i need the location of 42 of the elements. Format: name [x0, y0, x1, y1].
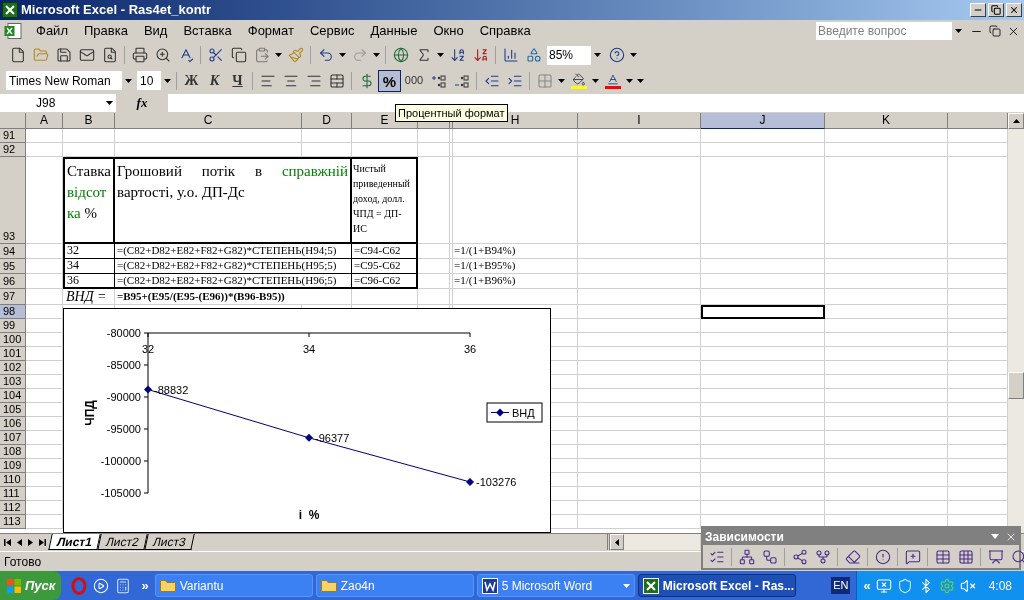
- table-cell: =C95-C62: [352, 259, 418, 274]
- legend-label: ВНД: [512, 407, 535, 419]
- table-cell: =1/(1+B96%): [453, 274, 578, 289]
- data-label: -88832: [154, 383, 189, 396]
- x-tick-label: 34: [302, 343, 316, 355]
- y-tick-label: -95000: [106, 423, 141, 435]
- x-tick-label: 32: [141, 343, 155, 355]
- status-text: Готово: [4, 553, 42, 571]
- name-box-value: J98: [36, 95, 56, 112]
- help-search-placeholder: Введите вопрос: [818, 23, 907, 40]
- data-label: -103276: [476, 475, 517, 488]
- x-axis-title: i %: [298, 508, 320, 522]
- table-header-cell: Грошовий потік в справжній вартості, у.о. ДП-Дс: [115, 157, 352, 244]
- tooltip: Процентный формат: [395, 104, 508, 122]
- data-label: -96377: [315, 431, 350, 444]
- table-cell: 34: [63, 259, 115, 274]
- y-tick-label: -105000: [100, 487, 141, 499]
- table-cell: =1/(1+B95%): [453, 259, 578, 274]
- table-cell: =(C82+D82+E82+F82+G82)*СТЕПЕНЬ(H94;5): [115, 244, 352, 259]
- y-tick-label: -85000: [106, 359, 141, 371]
- table-cell: 36: [63, 274, 115, 289]
- y-tick-label: -80000: [106, 327, 141, 339]
- zoom-value: 85%: [549, 47, 574, 64]
- y-axis-title: ЧПД: [83, 400, 97, 426]
- table-header-cell: Чистый приведенный доход, долл. ЧПД = ДП-ИС: [352, 157, 418, 244]
- clock: 4:08: [988, 577, 1012, 595]
- table-cell: =1/(1+B94%): [453, 244, 578, 259]
- table-cell: ВНД =: [63, 289, 115, 305]
- table-cell: =B95+(E95/(E95-(E96))*(B96-B95)): [115, 289, 352, 305]
- table-cell: =(C82+D82+E82+F82+G82)*СТЕПЕНЬ(H95;5): [115, 259, 352, 274]
- font-name: Times New Roman: [9, 72, 111, 90]
- y-tick-label: -100000: [100, 455, 141, 467]
- table-cell: 32: [63, 244, 115, 259]
- toolbar-title: Зависимости: [705, 528, 784, 546]
- y-tick-label: -90000: [106, 391, 141, 403]
- table-header-cell: Ставка відсотка %: [63, 157, 115, 244]
- window-title: Microsoft Excel - Ras4et_kontr: [21, 1, 211, 20]
- table-cell: =C94-C62: [352, 244, 418, 259]
- table-cell: =C96-C62: [352, 274, 418, 289]
- x-tick-label: 36: [463, 343, 477, 355]
- table-cell: =(C82+D82+E82+F82+G82)*СТЕПЕНЬ(H96;5): [115, 274, 352, 289]
- font-size-value: 10: [140, 72, 154, 90]
